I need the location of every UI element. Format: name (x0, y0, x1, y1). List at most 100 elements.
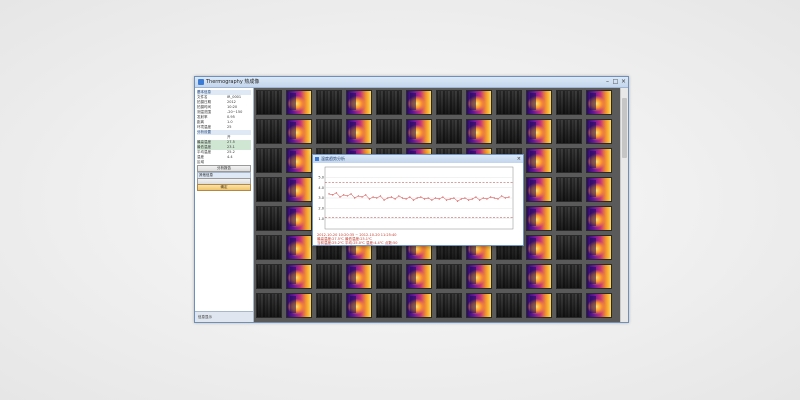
visible-thumbnail[interactable] (436, 264, 462, 289)
visible-thumbnail[interactable] (436, 90, 462, 115)
dialog-title-bar[interactable]: 温度趋势分析 × (313, 155, 523, 163)
visible-thumbnail[interactable] (376, 293, 402, 318)
visible-thumbnail[interactable] (376, 264, 402, 289)
visible-thumbnail[interactable] (256, 293, 282, 318)
trend-chart: 5.0 4.0 3.0 2.0 1.0 (318, 166, 514, 230)
visible-thumbnail[interactable] (556, 177, 582, 202)
data-point (350, 193, 352, 195)
data-point (445, 199, 448, 201)
thermal-thumbnail[interactable] (346, 264, 372, 289)
thermal-thumbnail[interactable] (526, 148, 552, 173)
visible-thumbnail[interactable] (256, 235, 282, 260)
maximize-button[interactable]: □ (612, 78, 619, 85)
visible-thumbnail[interactable] (556, 119, 582, 144)
thermal-thumbnail[interactable] (586, 264, 612, 289)
visible-thumbnail[interactable] (256, 119, 282, 144)
y-tick-label: 1.0 (318, 217, 324, 221)
thermal-thumbnail[interactable] (466, 119, 492, 144)
thermal-thumbnail[interactable] (526, 119, 552, 144)
vertical-scrollbar[interactable] (620, 88, 628, 322)
visible-thumbnail[interactable] (436, 293, 462, 318)
visible-thumbnail[interactable] (316, 90, 342, 115)
thermal-thumbnail[interactable] (286, 235, 312, 260)
title-bar[interactable]: Thermography 热成像 – □ × (195, 77, 628, 88)
thermal-thumbnail[interactable] (526, 90, 552, 115)
data-point (412, 199, 415, 201)
visible-thumbnail[interactable] (436, 119, 462, 144)
visible-thumbnail[interactable] (376, 119, 402, 144)
data-point (420, 196, 422, 198)
thermal-thumbnail[interactable] (586, 206, 612, 231)
scrollbar-thumb[interactable] (622, 98, 627, 158)
thermal-thumbnail[interactable] (586, 235, 612, 260)
visible-thumbnail[interactable] (496, 293, 522, 318)
thermal-thumbnail[interactable] (286, 148, 312, 173)
visible-thumbnail[interactable] (556, 264, 582, 289)
thermal-thumbnail[interactable] (526, 177, 552, 202)
thermal-thumbnail[interactable] (286, 119, 312, 144)
data-point (453, 197, 455, 199)
y-tick-label: 5.0 (318, 176, 324, 180)
data-point (456, 200, 459, 202)
thermal-thumbnail[interactable] (406, 293, 432, 318)
visible-thumbnail[interactable] (316, 264, 342, 289)
thermal-thumbnail[interactable] (466, 90, 492, 115)
data-point (387, 197, 389, 199)
dialog-close-button[interactable]: × (517, 155, 521, 163)
visible-thumbnail[interactable] (256, 206, 282, 231)
visible-thumbnail[interactable] (496, 264, 522, 289)
thermal-thumbnail[interactable] (346, 90, 372, 115)
thermal-thumbnail[interactable] (466, 264, 492, 289)
visible-thumbnail[interactable] (256, 264, 282, 289)
thermal-thumbnail[interactable] (526, 206, 552, 231)
visible-thumbnail[interactable] (256, 148, 282, 173)
data-point (368, 198, 371, 200)
visible-thumbnail[interactable] (256, 177, 282, 202)
visible-thumbnail[interactable] (256, 90, 282, 115)
trend-dialog: 温度趋势分析 × 5.0 4.0 3.0 2.0 1.0 2012-10-20 10:2… (312, 154, 524, 246)
data-point (431, 199, 433, 201)
thermal-thumbnail[interactable] (286, 264, 312, 289)
thermal-thumbnail[interactable] (586, 293, 612, 318)
visible-thumbnail[interactable] (316, 119, 342, 144)
thermal-thumbnail[interactable] (526, 235, 552, 260)
thermal-thumbnail[interactable] (526, 264, 552, 289)
visible-thumbnail[interactable] (556, 148, 582, 173)
data-point (438, 198, 440, 200)
confirm-button[interactable]: 确定 (197, 184, 251, 191)
data-point (343, 194, 345, 196)
thermal-thumbnail[interactable] (466, 293, 492, 318)
thermal-thumbnail[interactable] (406, 90, 432, 115)
data-point (398, 195, 400, 197)
thermal-thumbnail[interactable] (286, 293, 312, 318)
info-line: 当前温度:25.2℃ 平均:25.0℃ 温差:4.4℃ 点数:50 (317, 241, 398, 245)
thermal-thumbnail[interactable] (586, 90, 612, 115)
thermal-thumbnail[interactable] (406, 264, 432, 289)
thermal-thumbnail[interactable] (346, 119, 372, 144)
data-point (346, 195, 348, 197)
thermal-thumbnail[interactable] (526, 293, 552, 318)
thermal-thumbnail[interactable] (286, 206, 312, 231)
data-point (376, 197, 378, 199)
thermal-thumbnail[interactable] (586, 148, 612, 173)
y-tick-label: 3.0 (318, 196, 324, 200)
visible-thumbnail[interactable] (316, 293, 342, 318)
thermal-thumbnail[interactable] (286, 177, 312, 202)
thermal-thumbnail[interactable] (586, 119, 612, 144)
minimize-button[interactable]: – (604, 78, 611, 85)
data-point (497, 198, 499, 200)
thermal-thumbnail[interactable] (406, 119, 432, 144)
thermal-thumbnail[interactable] (346, 293, 372, 318)
thermal-thumbnail[interactable] (286, 90, 312, 115)
visible-thumbnail[interactable] (496, 119, 522, 144)
visible-thumbnail[interactable] (376, 90, 402, 115)
visible-thumbnail[interactable] (496, 90, 522, 115)
visible-thumbnail[interactable] (556, 235, 582, 260)
visible-thumbnail[interactable] (556, 206, 582, 231)
thermal-thumbnail[interactable] (586, 177, 612, 202)
panel-button[interactable]: 分析报告 (197, 165, 251, 172)
visible-thumbnail[interactable] (556, 90, 582, 115)
close-button[interactable]: × (620, 78, 627, 85)
data-point (409, 196, 411, 198)
visible-thumbnail[interactable] (556, 293, 582, 318)
